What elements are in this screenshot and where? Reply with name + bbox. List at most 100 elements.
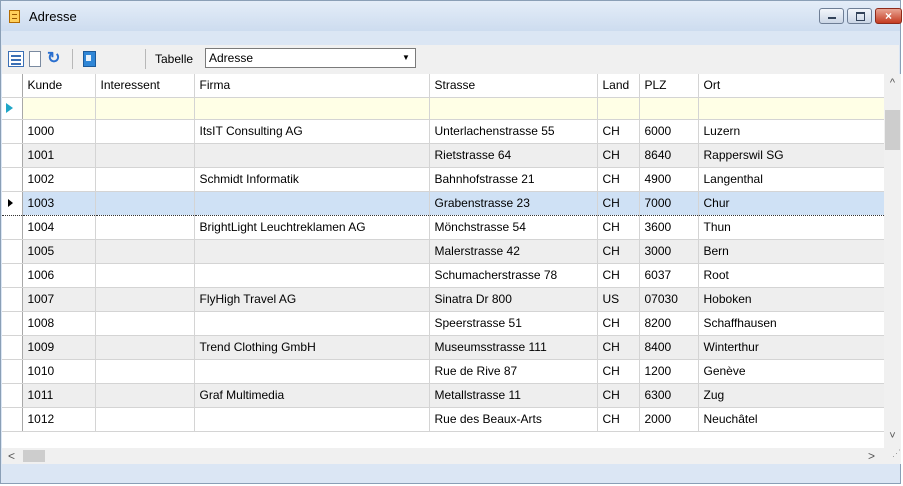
column-header[interactable]: Firma bbox=[194, 74, 430, 98]
table-cell[interactable]: 1007 bbox=[22, 287, 96, 312]
table-row[interactable]: 1011 Graf Multimedia Metallstrasse 11 CH 630… bbox=[2, 383, 885, 408]
table-cell[interactable] bbox=[698, 97, 885, 120]
scroll-right-icon[interactable]: > bbox=[868, 449, 875, 463]
table-row[interactable]: 1006 Schumacherstrasse 78 CH 6037 Root bbox=[2, 263, 885, 288]
table-cell[interactable]: FlyHigh Travel AG bbox=[194, 287, 430, 312]
row-header[interactable] bbox=[2, 407, 23, 432]
table-cell[interactable]: CH bbox=[597, 190, 640, 216]
table-cell[interactable]: 8400 bbox=[639, 335, 699, 360]
column-header[interactable]: Interessent bbox=[95, 74, 195, 98]
table-cell[interactable]: Graf Multimedia bbox=[194, 383, 430, 408]
new-row[interactable] bbox=[2, 97, 885, 120]
table-cell[interactable]: 8640 bbox=[639, 143, 699, 168]
title-bar[interactable]: Adresse × bbox=[1, 1, 902, 31]
table-cell[interactable] bbox=[194, 239, 430, 264]
table-cell[interactable]: 1005 bbox=[22, 239, 96, 264]
resize-grip-icon[interactable]: ⋰ bbox=[884, 448, 901, 464]
table-cell[interactable]: Bahnhofstrasse 21 bbox=[429, 167, 598, 192]
table-cell[interactable] bbox=[95, 287, 195, 312]
table-cell[interactable]: Schmidt Informatik bbox=[194, 167, 430, 192]
vertical-scroll-thumb[interactable] bbox=[885, 110, 900, 150]
scroll-down-icon[interactable]: ˅ bbox=[884, 430, 901, 444]
close-button[interactable]: × bbox=[875, 8, 902, 24]
row-header[interactable] bbox=[2, 119, 23, 144]
table-cell[interactable]: 1012 bbox=[22, 407, 96, 432]
horizontal-scrollbar[interactable]: < > bbox=[2, 448, 884, 464]
table-cell[interactable] bbox=[95, 263, 195, 288]
maximize-button[interactable] bbox=[847, 8, 872, 24]
table-cell[interactable] bbox=[95, 190, 195, 216]
table-row[interactable]: 1002 Schmidt Informatik Bahnhofstrasse 21 C… bbox=[2, 167, 885, 192]
row-header[interactable] bbox=[2, 215, 23, 240]
table-cell[interactable]: Chur bbox=[698, 190, 885, 216]
table-cell[interactable] bbox=[194, 263, 430, 288]
table-cell[interactable] bbox=[95, 359, 195, 384]
table-cell[interactable] bbox=[95, 119, 195, 144]
table-cell[interactable]: 1003 bbox=[22, 190, 96, 216]
row-header[interactable] bbox=[2, 287, 23, 312]
table-cell[interactable]: Grabenstrasse 23 bbox=[429, 190, 598, 216]
table-cell[interactable] bbox=[95, 239, 195, 264]
row-header[interactable] bbox=[2, 143, 23, 168]
table-cell[interactable]: 6300 bbox=[639, 383, 699, 408]
table-cell[interactable]: Speerstrasse 51 bbox=[429, 311, 598, 336]
tabelle-select[interactable]: Adresse ▼ bbox=[205, 48, 416, 68]
table-cell[interactable] bbox=[95, 407, 195, 432]
row-header[interactable] bbox=[2, 359, 23, 384]
table-cell[interactable]: CH bbox=[597, 215, 640, 240]
table-cell[interactable]: Rapperswil SG bbox=[698, 143, 885, 168]
row-header[interactable] bbox=[2, 263, 23, 288]
table-cell[interactable]: Root bbox=[698, 263, 885, 288]
horizontal-scroll-thumb[interactable] bbox=[23, 450, 45, 462]
table-cell[interactable]: 1000 bbox=[22, 119, 96, 144]
table-cell[interactable] bbox=[22, 97, 96, 120]
table-cell[interactable] bbox=[95, 311, 195, 336]
table-cell[interactable] bbox=[639, 97, 699, 120]
table-cell[interactable]: Langenthal bbox=[698, 167, 885, 192]
table-cell[interactable]: 1001 bbox=[22, 143, 96, 168]
table-cell[interactable]: Bern bbox=[698, 239, 885, 264]
table-cell[interactable]: Metallstrasse 11 bbox=[429, 383, 598, 408]
table-cell[interactable]: Schumacherstrasse 78 bbox=[429, 263, 598, 288]
table-cell[interactable]: CH bbox=[597, 263, 640, 288]
table-cell[interactable]: 6000 bbox=[639, 119, 699, 144]
table-row[interactable]: 1008 Speerstrasse 51 CH 8200 Schaffhausen bbox=[2, 311, 885, 336]
table-cell[interactable]: 1004 bbox=[22, 215, 96, 240]
table-cell[interactable]: Rietstrasse 64 bbox=[429, 143, 598, 168]
list-view-icon[interactable] bbox=[8, 51, 24, 67]
table-cell[interactable]: Trend Clothing GmbH bbox=[194, 335, 430, 360]
table-cell[interactable]: 3000 bbox=[639, 239, 699, 264]
table-cell[interactable]: Mönchstrasse 54 bbox=[429, 215, 598, 240]
table-cell[interactable] bbox=[194, 359, 430, 384]
table-cell[interactable]: Neuchâtel bbox=[698, 407, 885, 432]
table-cell[interactable]: CH bbox=[597, 359, 640, 384]
table-cell[interactable]: CH bbox=[597, 311, 640, 336]
table-cell[interactable]: Rue des Beaux-Arts bbox=[429, 407, 598, 432]
table-cell[interactable] bbox=[194, 407, 430, 432]
table-cell[interactable]: 1006 bbox=[22, 263, 96, 288]
table-cell[interactable] bbox=[95, 335, 195, 360]
table-cell[interactable] bbox=[194, 97, 430, 120]
table-cell[interactable]: Hoboken bbox=[698, 287, 885, 312]
table-cell[interactable] bbox=[194, 143, 430, 168]
table-cell[interactable] bbox=[194, 311, 430, 336]
table-cell[interactable]: 1200 bbox=[639, 359, 699, 384]
table-row[interactable]: 1001 Rietstrasse 64 CH 8640 Rapperswil SG bbox=[2, 143, 885, 168]
table-cell[interactable] bbox=[95, 215, 195, 240]
row-header-corner[interactable] bbox=[2, 74, 23, 98]
table-cell[interactable] bbox=[597, 97, 640, 120]
table-cell[interactable]: CH bbox=[597, 239, 640, 264]
table-cell[interactable] bbox=[95, 383, 195, 408]
table-cell[interactable]: CH bbox=[597, 335, 640, 360]
refresh-icon[interactable]: ↻ bbox=[47, 51, 64, 67]
table-cell[interactable]: 7000 bbox=[639, 190, 699, 216]
table-row[interactable]: 1000 ItsIT Consulting AG Unterlachenstrass… bbox=[2, 119, 885, 144]
table-cell[interactable] bbox=[95, 143, 195, 168]
table-cell[interactable] bbox=[429, 97, 598, 120]
table-cell[interactable]: Zug bbox=[698, 383, 885, 408]
table-cell[interactable]: CH bbox=[597, 407, 640, 432]
table-cell[interactable]: 07030 bbox=[639, 287, 699, 312]
table-cell[interactable] bbox=[194, 190, 430, 216]
column-header[interactable]: Ort bbox=[698, 74, 885, 98]
table-cell[interactable]: ItsIT Consulting AG bbox=[194, 119, 430, 144]
